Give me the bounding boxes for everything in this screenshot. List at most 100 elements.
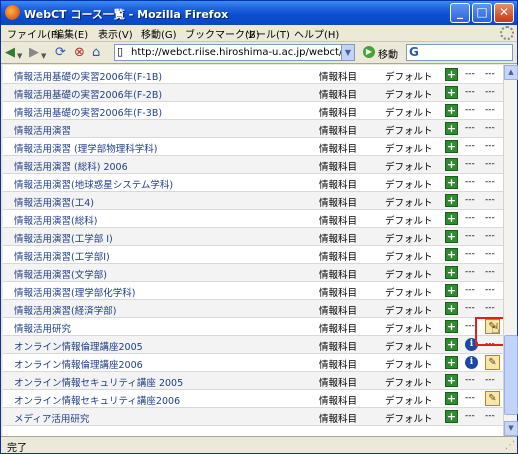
course-name-link[interactable]: オンライン情報倫理講座2005	[14, 339, 143, 353]
course-default: デフォルト	[385, 252, 433, 263]
vertical-scrollbar[interactable]: ▲ ▼	[503, 65, 518, 436]
title-bar[interactable]: WebCT コース一覧 - Mozilla Firefox _ □ ✕	[1, 1, 517, 25]
add-course-icon[interactable]: +	[445, 320, 458, 333]
course-name-link[interactable]: 情報活用研究	[14, 321, 71, 335]
course-default: デフォルト	[385, 288, 433, 299]
course-row: オンライン情報セキュリティ講座2006 情報科目 デフォルト + --- ✎	[3, 390, 503, 408]
course-row: オンライン情報倫理講座2006 情報科目 デフォルト + i ✎	[3, 354, 503, 372]
add-course-icon[interactable]: +	[445, 266, 458, 279]
add-course-icon[interactable]: +	[445, 86, 458, 99]
menu-bar: ファイル(F) 編集(E) 表示(V) 移動(G) ブックマーク(B) ツール(…	[1, 25, 517, 42]
add-course-icon[interactable]: +	[445, 302, 458, 315]
course-type: 情報科目	[319, 162, 358, 173]
course-name-link[interactable]: 情報活用演習(総科)	[14, 213, 97, 227]
course-name-link[interactable]: オンライン情報セキュリティ講座 2005	[14, 375, 183, 389]
course-row: メディア活用研究 情報科目 デフォルト + --- ---	[3, 408, 503, 426]
maximize-button[interactable]: □	[472, 3, 492, 23]
course-status: ---	[465, 105, 475, 115]
course-name-link[interactable]: 情報活用基礎の実習2006年(F-1B)	[14, 69, 162, 83]
course-name-link[interactable]: メディア活用研究	[14, 411, 89, 425]
add-course-icon[interactable]: +	[445, 194, 458, 207]
course-default: デフォルト	[385, 180, 433, 191]
add-course-icon[interactable]: +	[445, 140, 458, 153]
address-bar[interactable]: ▯ http://webct.riise.hiroshima-u.ac.jp/w…	[114, 44, 355, 61]
edit-pencil-icon[interactable]: ✎	[485, 355, 500, 370]
add-course-icon[interactable]: +	[445, 104, 458, 117]
course-name-link[interactable]: 情報活用演習 (理学部物理科学科)	[14, 141, 157, 155]
menu-tools[interactable]: ツール(T)	[246, 26, 290, 41]
course-status-end: ---	[485, 87, 495, 97]
course-row: 情報活用演習 情報科目 デフォルト + --- ---	[3, 120, 503, 138]
add-course-icon[interactable]: +	[445, 356, 458, 369]
address-dropdown-icon[interactable]: ▼	[341, 45, 354, 60]
add-course-icon[interactable]: +	[445, 392, 458, 405]
course-default: デフォルト	[385, 306, 433, 317]
add-course-icon[interactable]: +	[445, 338, 458, 351]
home-icon[interactable]: ⌂	[92, 45, 100, 60]
add-course-icon[interactable]: +	[445, 374, 458, 387]
course-status: ---	[465, 69, 475, 79]
menu-edit[interactable]: 編集(E)	[54, 26, 88, 41]
add-course-icon[interactable]: +	[445, 158, 458, 171]
course-type: 情報科目	[319, 324, 358, 335]
course-type: 情報科目	[319, 288, 358, 299]
course-type: 情報科目	[319, 270, 358, 281]
close-button[interactable]: ✕	[494, 3, 514, 23]
back-icon[interactable]: ◀	[5, 45, 15, 60]
back-dropdown-icon[interactable]: ▼	[17, 49, 22, 64]
search-input[interactable]: G	[406, 44, 513, 61]
google-icon: G	[409, 45, 419, 59]
edit-pencil-icon[interactable]: ✎	[485, 391, 500, 406]
course-name-link[interactable]: 情報活用演習(工学部 I)	[14, 231, 113, 245]
scroll-up-icon[interactable]: ▲	[504, 65, 518, 80]
add-course-icon[interactable]: +	[445, 212, 458, 225]
course-name-link[interactable]: 情報活用演習 (総科) 2006	[14, 159, 128, 173]
forward-dropdown-icon[interactable]: ▼	[41, 49, 46, 64]
reload-icon[interactable]: ⟳	[55, 45, 66, 60]
menu-view[interactable]: 表示(V)	[98, 26, 133, 41]
add-course-icon[interactable]: +	[445, 410, 458, 423]
add-course-icon[interactable]: +	[445, 248, 458, 261]
course-status: ---	[465, 141, 475, 151]
add-course-icon[interactable]: +	[445, 230, 458, 243]
url-text[interactable]: http://webct.riise.hiroshima-u.ac.jp/web…	[131, 47, 341, 58]
stop-icon[interactable]: ⊗	[74, 45, 85, 60]
course-type: 情報科目	[319, 306, 358, 317]
course-name-link[interactable]: 情報活用演習(理学部化学科)	[14, 285, 135, 299]
course-default: デフォルト	[385, 108, 433, 119]
course-name-link[interactable]: 情報活用基礎の実習2006年(F-2B)	[14, 87, 162, 101]
go-icon[interactable]: ▶	[363, 46, 375, 58]
add-course-icon[interactable]: +	[445, 176, 458, 189]
course-status: ---	[465, 231, 475, 241]
go-button[interactable]: 移動	[378, 46, 398, 61]
course-name-link[interactable]: 情報活用演習(経済学部)	[14, 303, 116, 317]
add-course-icon[interactable]: +	[445, 122, 458, 135]
course-name-link[interactable]: 情報活用演習(文学部)	[14, 267, 107, 281]
course-status-end: ---	[485, 141, 495, 151]
forward-icon[interactable]: ▶	[29, 45, 39, 60]
course-row: オンライン情報セキュリティ講座 2005 情報科目 デフォルト + --- ---	[3, 372, 503, 390]
course-type: 情報科目	[319, 144, 358, 155]
course-name-link[interactable]: 情報活用基礎の実習2006年(F-3B)	[14, 105, 162, 119]
minimize-button[interactable]: _	[450, 3, 470, 23]
course-status: ---	[465, 123, 475, 133]
course-name-link[interactable]: 情報活用演習	[14, 123, 71, 137]
info-icon[interactable]: i	[465, 356, 478, 369]
status-text: 完了	[7, 443, 27, 454]
add-course-icon[interactable]: +	[445, 284, 458, 297]
course-status: ---	[465, 177, 475, 187]
menu-help[interactable]: ヘルプ(H)	[294, 26, 339, 41]
course-name-link[interactable]: オンライン情報倫理講座2006	[14, 357, 143, 371]
course-default: デフォルト	[385, 378, 433, 389]
course-name-link[interactable]: 情報活用演習(工学部I)	[14, 249, 110, 263]
menu-go[interactable]: 移動(G)	[141, 26, 177, 41]
add-course-icon[interactable]: +	[445, 68, 458, 81]
course-type: 情報科目	[319, 198, 358, 209]
course-name-link[interactable]: オンライン情報セキュリティ講座2006	[14, 393, 180, 407]
resize-grip-icon[interactable]: ⋰	[505, 440, 515, 451]
course-name-link[interactable]: 情報活用演習(工4)	[14, 195, 94, 209]
menu-file[interactable]: ファイル(F)	[7, 26, 61, 41]
scroll-down-icon[interactable]: ▼	[504, 421, 518, 436]
scroll-thumb[interactable]	[504, 335, 518, 415]
course-name-link[interactable]: 情報活用演習(地球惑星システム学科)	[14, 177, 173, 191]
